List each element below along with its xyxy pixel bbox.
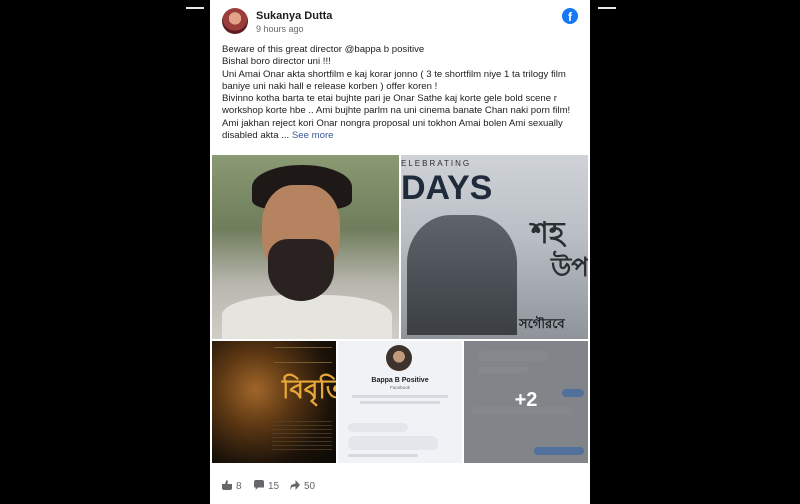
poster-days-text: DAYS — [401, 169, 493, 207]
share-count: 50 — [304, 481, 316, 492]
poster-cast-image — [407, 215, 517, 335]
post-line: Bishal boro director uni !!! — [222, 56, 331, 68]
post-line-last: Ami jakhan reject kori Onar nongra propo… — [222, 118, 582, 143]
post-line-text: Ami jakhan reject kori Onar nongra propo… — [222, 117, 563, 142]
poster-credit-lines — [274, 347, 332, 363]
photo-portrait[interactable] — [212, 155, 399, 339]
poster-gold-title: বিবৃতি — [282, 374, 336, 404]
poster-small-text — [272, 421, 332, 451]
chat-contact-name: Bappa B Positive — [371, 377, 429, 384]
post-line: Bivinno kotha barta te etai bujhte pari … — [222, 93, 571, 117]
like-icon — [222, 480, 232, 490]
like-count: 8 — [236, 481, 242, 492]
post-header: Sukanya Dutta 9 hours ago f — [210, 0, 590, 40]
post-actions: 8 15 50 — [210, 470, 590, 504]
poster-celebrating-text: ELEBRATING — [401, 159, 472, 168]
see-more-link[interactable]: See more — [292, 130, 334, 141]
window-control-left[interactable] — [186, 7, 204, 9]
photo-chat-screenshot[interactable]: Bappa B Positive Facebook — [338, 341, 462, 463]
author-avatar[interactable] — [222, 8, 248, 34]
post-timestamp[interactable]: 9 hours ago — [256, 24, 304, 34]
post-body: Beware of this great director @bappa b p… — [222, 44, 582, 142]
author-name[interactable]: Sukanya Dutta — [256, 10, 332, 22]
chat-avatar — [386, 345, 412, 371]
comment-count: 15 — [268, 481, 280, 492]
share-button[interactable]: 50 — [290, 480, 315, 492]
photo-movie-poster[interactable]: ELEBRATING DAYS শহ উপ সগৌরবে — [401, 155, 588, 339]
chat-info-line — [360, 401, 440, 404]
chat-bubble — [348, 436, 438, 450]
poster-bengali-subtitle: উপ — [551, 252, 588, 282]
chat-bubble — [348, 423, 408, 432]
chat-info-line — [348, 454, 418, 457]
window-control-right[interactable] — [598, 7, 616, 9]
facebook-post-card: Sukanya Dutta 9 hours ago f Beware of th… — [210, 0, 590, 504]
photo-beard — [268, 239, 334, 301]
comment-icon — [254, 480, 264, 490]
screenshot-stage: Sukanya Dutta 9 hours ago f Beware of th… — [0, 0, 800, 504]
like-button[interactable]: 8 — [222, 480, 242, 492]
chat-info-line — [352, 395, 448, 398]
chat-contact-sub: Facebook — [390, 385, 410, 390]
photo-more[interactable]: +2 — [464, 341, 588, 463]
facebook-icon: f — [562, 8, 578, 24]
photo-dark-poster[interactable]: বিবৃতি — [212, 341, 336, 463]
comment-button[interactable]: 15 — [254, 480, 279, 492]
more-photos-count[interactable]: +2 — [464, 389, 588, 412]
post-line: Beware of this great director @bappa b p… — [222, 44, 425, 55]
photo-shirt — [222, 295, 392, 339]
poster-bengali-footer: সগৌরবে — [519, 316, 565, 331]
share-icon — [290, 480, 300, 490]
post-line: Uni Amai Onar akta shortfilm e kaj korar… — [222, 68, 566, 92]
